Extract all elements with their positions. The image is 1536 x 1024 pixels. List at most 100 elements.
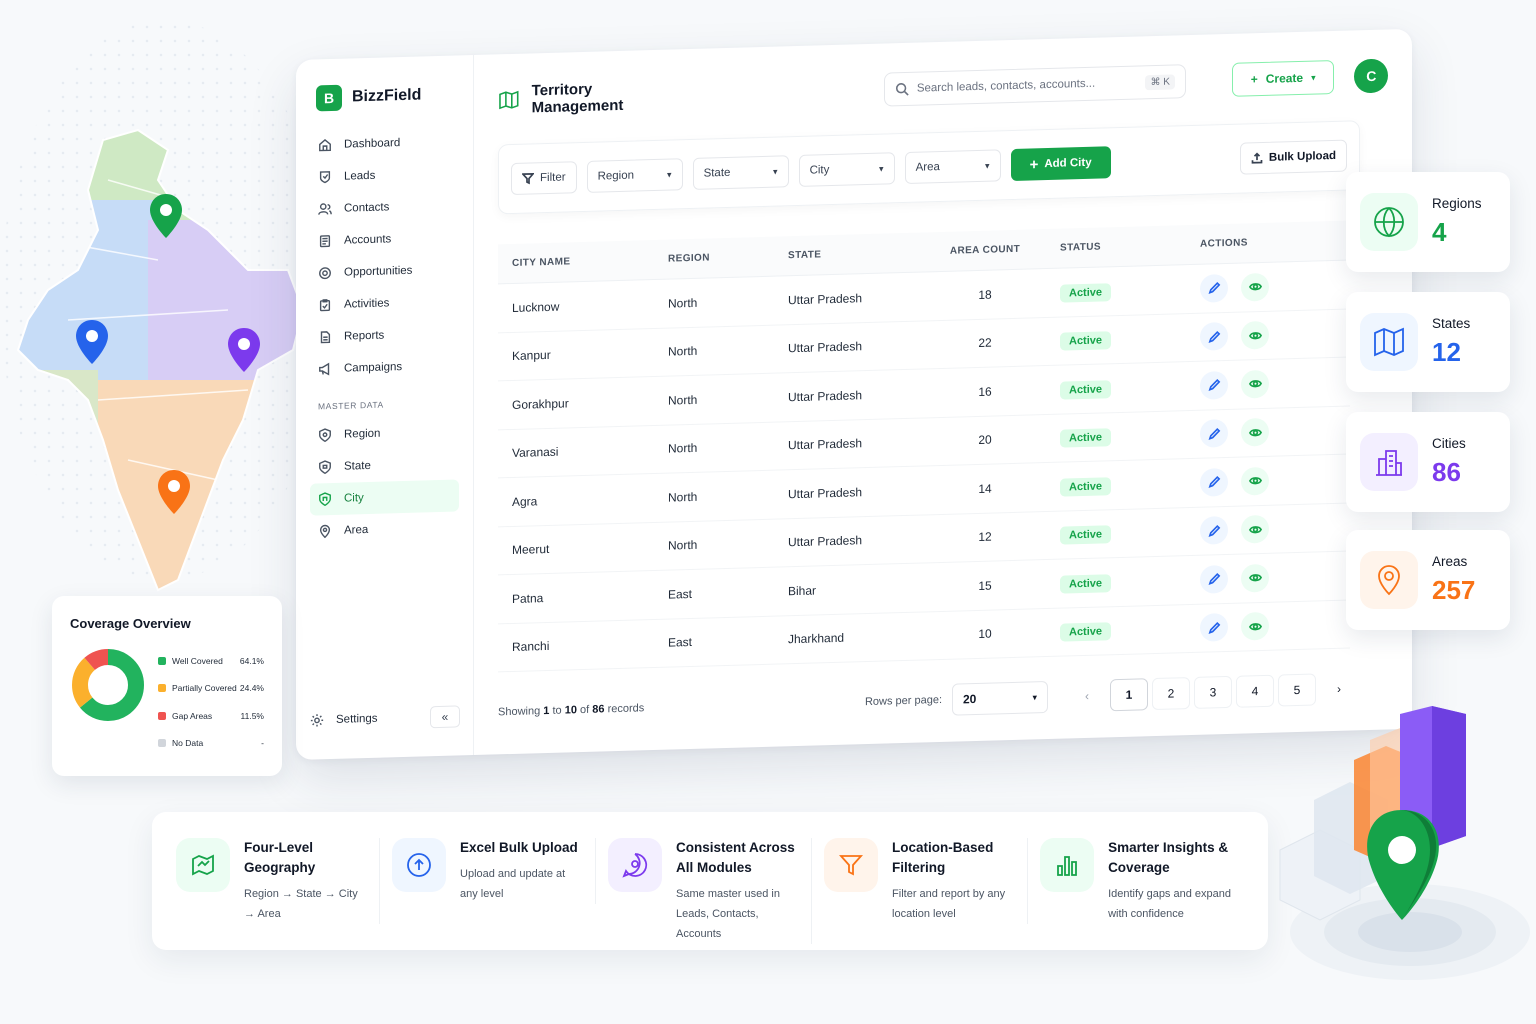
page-title: Territory Management [498,78,686,117]
brand[interactable]: B BizzField [310,81,459,112]
building-icon [319,492,331,507]
stat-card-regions[interactable]: Regions 4 [1346,172,1510,272]
page-button-4[interactable]: 4 [1236,674,1274,708]
sidebar-item-leads[interactable]: Leads [310,157,459,193]
bulk-upload-button[interactable]: Bulk Upload [1239,139,1347,175]
india-map [8,120,308,620]
city-select[interactable]: City ▾ [798,152,895,187]
sidebar-item-region[interactable]: Region [310,415,459,451]
feature-smarter-insights: Smarter Insights & Coverage Identify gap… [1040,838,1244,924]
leads-icon [319,171,331,184]
view-button[interactable] [1241,563,1270,593]
edit-button[interactable] [1200,419,1228,448]
area-select[interactable]: Area ▾ [904,149,1001,185]
cell-actions [1186,357,1350,411]
edit-button[interactable] [1200,322,1228,351]
create-button[interactable]: + Create ▾ [1231,59,1335,97]
view-button[interactable] [1241,369,1270,399]
column-header-city[interactable]: CITY NAME [498,240,654,284]
view-button[interactable] [1241,418,1270,447]
column-header-region[interactable]: REGION [654,236,774,280]
funnel-icon [839,855,864,876]
feature-excel-bulk-upload: Excel Bulk Upload Upload and update at a… [392,838,597,904]
status-badge: Active [1060,379,1112,400]
eye-icon [1248,477,1262,485]
page-button-1[interactable]: 1 [1110,678,1148,712]
view-button[interactable] [1241,272,1270,302]
stat-card-cities[interactable]: Cities 86 [1346,412,1510,512]
sidebar-item-label: Activities [344,297,390,311]
add-city-button[interactable]: + Add City [1010,146,1111,182]
view-button[interactable] [1241,612,1270,641]
purple-map-pin-icon [228,328,260,372]
sidebar-item-area[interactable]: Area [310,511,459,547]
search-input[interactable]: Search leads, contacts, accounts... ⌘ K [883,64,1186,107]
edit-button[interactable] [1200,273,1228,303]
page-button-2[interactable]: 2 [1152,677,1190,711]
stat-label: Areas [1432,554,1468,569]
sidebar-item-state[interactable]: State [310,447,459,483]
previous-page-button[interactable]: ‹ [1068,679,1106,713]
edit-button[interactable] [1200,516,1228,545]
sidebar-item-opportunities[interactable]: Opportunities [310,253,459,289]
avatar[interactable]: C [1354,58,1389,94]
pencil-icon [1208,282,1220,295]
column-header-status: STATUS [1046,225,1186,269]
legend-value: 24.4% [239,683,264,694]
state-select[interactable]: State ▾ [692,155,789,190]
chevron-down-icon: ▾ [667,169,672,180]
status-badge: Active [1060,622,1112,642]
search-placeholder: Search leads, contacts, accounts... [916,77,1096,95]
edit-button[interactable] [1200,467,1228,497]
coverage-overview-card: Coverage Overview Well Covered 64.1% Par… [52,596,282,776]
sidebar: B BizzField Dashboard Leads Contacts Acc… [296,55,474,760]
coverage-body: Well Covered 64.1% Partially Covered 24.… [70,647,264,757]
feature-icon-box [1040,838,1095,892]
stat-icon-box [1360,193,1418,251]
legend-row-gap-areas: Gap Areas 11.5% [158,702,264,730]
column-header-area-count[interactable]: AREA COUNT [924,229,1046,272]
stat-card-states[interactable]: States 12 [1346,292,1510,392]
chevron-down-icon: ▾ [1311,72,1316,83]
contacts-icon [318,203,332,215]
sidebar-item-settings[interactable]: Settings [310,712,378,728]
map-icon [499,90,519,110]
edit-button[interactable] [1200,370,1228,400]
collapse-sidebar-button[interactable]: « [430,705,460,729]
feature-title: Consistent Across All Modules [676,840,795,875]
geography-icon [192,854,214,876]
column-header-state[interactable]: STATE [774,232,924,277]
feature-title: Location-Based Filtering [892,840,994,875]
page-button-3[interactable]: 3 [1194,675,1232,709]
sidebar-item-dashboard[interactable]: Dashboard [310,125,459,161]
green-map-pin-icon [150,194,182,238]
sidebar-item-city[interactable]: City [310,479,459,516]
map-icon [1374,327,1404,357]
sidebar-item-accounts[interactable]: Accounts [310,221,459,257]
region-select[interactable]: Region ▾ [586,158,683,193]
cell-status: Active [1046,313,1186,366]
filter-button[interactable]: Filter [511,161,577,195]
sidebar-item-activities[interactable]: Activities [310,285,459,321]
view-button[interactable] [1241,466,1270,496]
cell-state: Uttar Pradesh [774,320,924,374]
rows-per-page-select[interactable]: 20 ▾ [952,680,1048,716]
legend-row-well-covered: Well Covered 64.1% [158,647,264,675]
sidebar-item-contacts[interactable]: Contacts [310,189,459,225]
legend-value: 64.1% [239,655,264,666]
column-header-actions: ACTIONS [1186,220,1350,265]
chevron-down-icon: ▾ [773,166,778,177]
status-badge: Active [1060,476,1112,497]
edit-button[interactable] [1200,613,1228,642]
stat-card-areas[interactable]: Areas 257 [1346,530,1510,630]
cell-region: East [654,567,774,620]
status-badge: Active [1060,331,1112,351]
edit-button[interactable] [1200,564,1228,594]
view-button[interactable] [1241,515,1270,544]
gear-icon [310,714,324,727]
view-button[interactable] [1241,321,1270,350]
sidebar-item-reports[interactable]: Reports [310,317,459,353]
sidebar-item-campaigns[interactable]: Campaigns [310,349,459,385]
cell-city: Kanpur [498,328,654,381]
feature-icon-box [176,838,230,892]
